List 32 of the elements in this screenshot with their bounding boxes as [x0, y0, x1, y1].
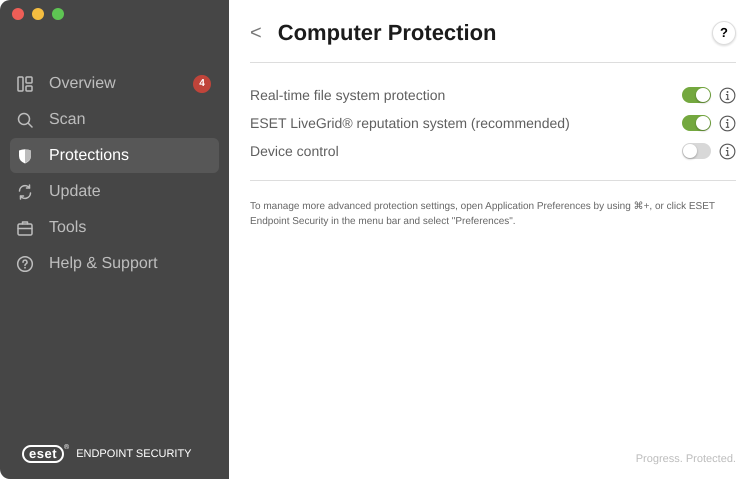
toggle-switch[interactable]	[682, 115, 711, 131]
help-button[interactable]: ?	[712, 21, 736, 45]
sidebar-item[interactable]: Update	[10, 174, 219, 209]
info-icon[interactable]	[719, 86, 736, 104]
help-icon	[16, 254, 34, 272]
setting-label: Device control	[250, 142, 339, 160]
setting-label: Real-time file system protection	[250, 86, 446, 105]
zoom-button[interactable]	[52, 8, 64, 20]
back-button[interactable]: <	[250, 23, 278, 43]
tagline: Progress. Protected.	[634, 452, 736, 466]
sidebar-item[interactable]: Protections	[10, 138, 219, 173]
setting-label: ESET LiveGrid® reputation system (recommended)	[250, 114, 570, 133]
sidebar-item[interactable]: Scan	[10, 102, 219, 137]
sidebar-item[interactable]: Tools	[10, 210, 219, 245]
minimize-button[interactable]	[32, 8, 44, 20]
sidebar-item[interactable]: Help & Support	[10, 246, 219, 281]
page-title: Computer Protection	[278, 20, 496, 46]
info-text: To manage more advanced protection settings, open Application Preferences by using ⌘+, or click ESET Endpoint Security in the menu bar and select "Preferences".	[250, 200, 716, 229]
shield-icon	[16, 146, 34, 164]
brand-logo: eset	[22, 445, 64, 463]
info-icon[interactable]	[719, 142, 736, 160]
notification-count: 4	[193, 74, 211, 92]
close-button[interactable]	[12, 8, 24, 20]
layout-icon	[16, 74, 34, 92]
toggle-switch[interactable]	[682, 87, 711, 103]
toggle-switch[interactable]	[682, 143, 711, 159]
product-name: ENDPOINT SECURITY	[76, 446, 192, 462]
search-icon	[16, 110, 34, 128]
refresh-icon	[16, 182, 34, 200]
info-icon[interactable]	[719, 114, 736, 132]
sidebar-item[interactable]: Overview 4	[10, 66, 219, 101]
briefcase-icon	[16, 218, 34, 236]
